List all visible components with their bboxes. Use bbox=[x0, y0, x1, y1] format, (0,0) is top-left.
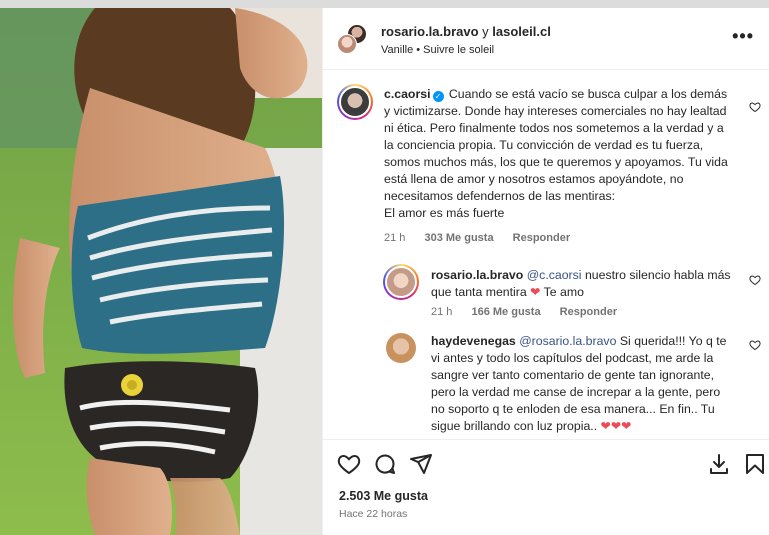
red-heart-emoji: ❤ bbox=[530, 285, 541, 299]
likes-count[interactable]: 2.503 Me gusta bbox=[339, 489, 428, 503]
mention-link[interactable]: @c.caorsi bbox=[527, 268, 582, 282]
author-link[interactable]: rosario.la.bravo bbox=[381, 24, 479, 39]
collab-avatars[interactable] bbox=[337, 24, 367, 54]
reply-button[interactable]: Responder bbox=[513, 232, 570, 244]
verified-icon: ✓ bbox=[432, 91, 444, 102]
comment-text: c.caorsi ✓ Cuando se está vacío se busca … bbox=[384, 86, 736, 222]
comments-list[interactable]: c.caorsi ✓ Cuando se está vacío se busca … bbox=[323, 71, 769, 439]
comment-item: rosario.la.bravo @c.caorsi nuestro silen… bbox=[323, 254, 769, 319]
avatar[interactable] bbox=[383, 264, 419, 300]
comment-meta: 21 h 166 Me gusta Responder bbox=[431, 306, 633, 318]
post-media[interactable] bbox=[0, 8, 322, 535]
comment-time: 21 h bbox=[431, 306, 453, 318]
heart-icon[interactable] bbox=[749, 339, 761, 351]
post-header: rosario.la.bravo y lasoleil.cl Vanille •… bbox=[323, 8, 769, 70]
comment-text: rosario.la.bravo @c.caorsi nuestro silen… bbox=[431, 267, 737, 301]
comment-username[interactable]: rosario.la.bravo bbox=[431, 268, 523, 282]
comment-meta: 21 h 303 Me gusta Responder bbox=[384, 232, 586, 244]
comment-icon[interactable] bbox=[373, 452, 397, 476]
post-time: Hace 22 horas bbox=[339, 508, 408, 520]
more-icon[interactable]: ••• bbox=[732, 27, 754, 45]
post-actions: 2.503 Me gusta Hace 22 horas bbox=[323, 439, 769, 535]
comment-body: Si querida!!! Yo q te vi antes y todo lo… bbox=[431, 334, 727, 433]
reply-button[interactable]: Responder bbox=[560, 306, 617, 318]
heart-icon[interactable] bbox=[749, 101, 761, 113]
comment-likes[interactable]: 166 Me gusta bbox=[471, 306, 540, 318]
avatar[interactable] bbox=[337, 34, 357, 54]
post-authors: rosario.la.bravo y lasoleil.cl bbox=[381, 24, 551, 39]
comment-item: c.caorsi ✓ Cuando se está vacío se busca … bbox=[323, 71, 769, 251]
comment-text: haydevenegas @rosario.la.bravo Si querid… bbox=[431, 333, 737, 435]
avatar[interactable] bbox=[337, 84, 373, 120]
heart-icon[interactable] bbox=[337, 452, 361, 476]
red-heart-emoji: ❤❤❤ bbox=[600, 419, 632, 433]
mention-link[interactable]: @rosario.la.bravo bbox=[519, 334, 616, 348]
bookmark-icon[interactable] bbox=[743, 452, 767, 476]
author-link[interactable]: lasoleil.cl bbox=[492, 24, 551, 39]
comment-username[interactable]: c.caorsi bbox=[384, 87, 431, 101]
author-join: y bbox=[482, 24, 489, 39]
browser-top-strip bbox=[0, 0, 769, 8]
comment-time: 21 h bbox=[384, 232, 406, 244]
post-photo bbox=[0, 8, 322, 535]
download-icon[interactable] bbox=[707, 452, 731, 476]
share-icon[interactable] bbox=[409, 452, 433, 476]
post-panel: rosario.la.bravo y lasoleil.cl Vanille •… bbox=[322, 8, 769, 535]
comment-username[interactable]: haydevenegas bbox=[431, 334, 516, 348]
comment-body-2: El amor es más fuerte bbox=[384, 206, 505, 220]
avatar[interactable] bbox=[386, 333, 416, 363]
comment-body: Cuando se está vacío se busca culpar a l… bbox=[384, 87, 728, 203]
comment-likes[interactable]: 303 Me gusta bbox=[424, 232, 493, 244]
comment-item: haydevenegas @rosario.la.bravo Si querid… bbox=[323, 326, 769, 439]
comment-body-end: Te amo bbox=[543, 285, 584, 299]
audio-label[interactable]: Vanille • Suivre le soleil bbox=[381, 44, 494, 56]
heart-icon[interactable] bbox=[749, 274, 761, 286]
